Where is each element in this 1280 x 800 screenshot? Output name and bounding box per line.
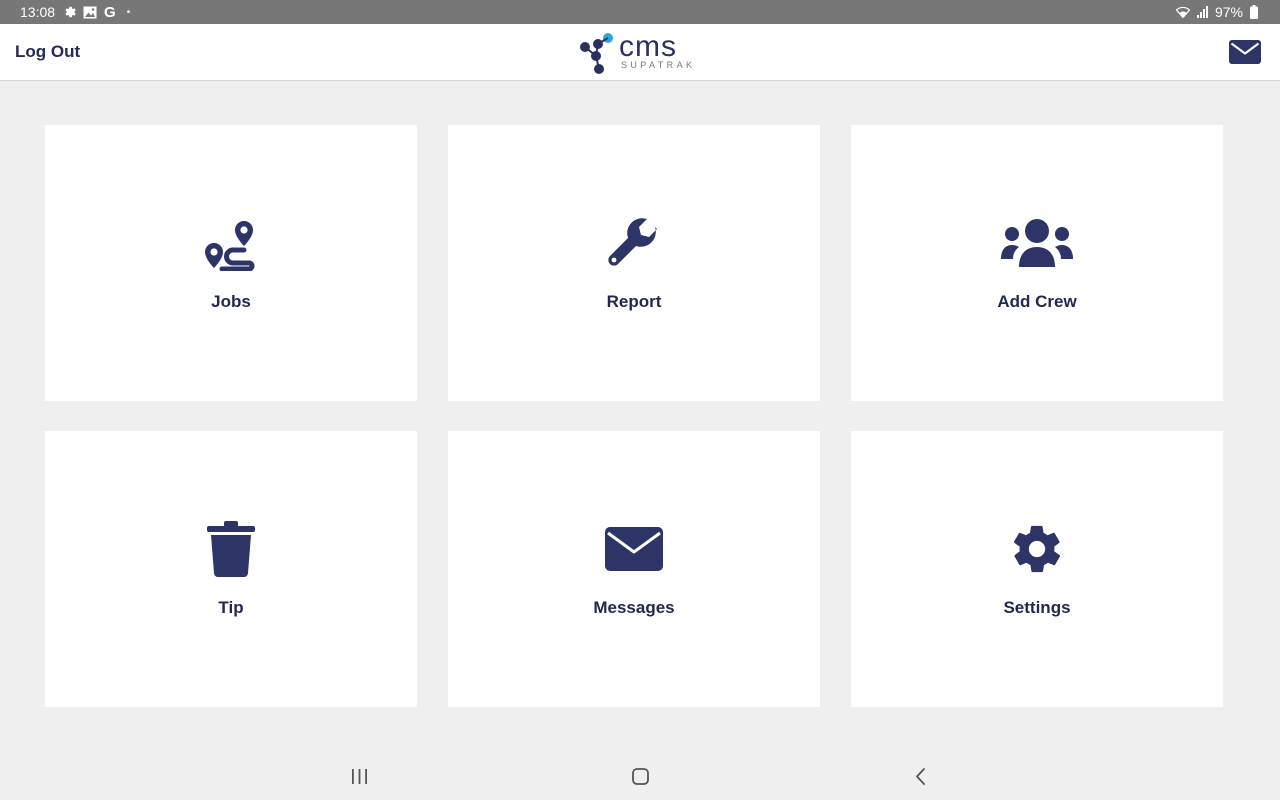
status-bar-right: 97%	[1175, 4, 1258, 20]
tile-label-add-crew: Add Crew	[997, 292, 1077, 311]
signal-icon	[1196, 6, 1208, 18]
wifi-icon	[1175, 6, 1190, 18]
recent-apps-icon[interactable]	[351, 769, 368, 784]
messages-tile[interactable]: Messages	[448, 431, 820, 707]
logo-text: cms	[619, 30, 677, 63]
tile-label-messages: Messages	[593, 598, 675, 617]
users-icon	[1001, 219, 1073, 267]
battery-icon	[1250, 5, 1258, 19]
mail-icon[interactable]	[1229, 40, 1261, 64]
back-icon[interactable]	[915, 768, 926, 785]
add-crew-tile[interactable]: Add Crew	[851, 125, 1223, 401]
status-bar-left: 13:08 G •	[20, 4, 130, 21]
tile-label-settings: Settings	[1003, 598, 1071, 617]
report-tile[interactable]: Report	[448, 125, 820, 401]
wrench-icon	[608, 218, 657, 266]
cms-supatrak-logo: cms SUPATRAK	[579, 31, 703, 75]
tile-label-tip: Tip	[218, 598, 244, 617]
gear-icon	[1013, 525, 1061, 573]
settings-icon	[62, 5, 76, 19]
status-time: 13:08	[20, 4, 56, 20]
tip-tile[interactable]: Tip	[45, 431, 417, 707]
envelope-icon	[605, 527, 663, 571]
notification-dot: •	[126, 6, 131, 18]
google-icon: G	[104, 3, 116, 21]
image-icon	[83, 6, 97, 19]
battery-percent: 97%	[1214, 4, 1243, 20]
tile-label-report: Report	[606, 292, 662, 311]
logout-button[interactable]: Log Out	[15, 42, 80, 62]
trash-icon	[207, 521, 255, 577]
system-nav-bar	[0, 752, 1280, 800]
settings-tile[interactable]: Settings	[851, 431, 1223, 707]
jobs-tile[interactable]: Jobs	[45, 125, 417, 401]
logo-subtext: SUPATRAK	[621, 60, 696, 70]
home-icon[interactable]	[632, 768, 649, 785]
status-bar: 13:08 G • 97%	[0, 0, 1280, 24]
route-icon	[205, 221, 255, 271]
tile-label-jobs: Jobs	[211, 292, 251, 311]
app-bar: Log Out cms SUPATRAK	[0, 24, 1280, 81]
logo-dots-icon	[580, 33, 613, 74]
